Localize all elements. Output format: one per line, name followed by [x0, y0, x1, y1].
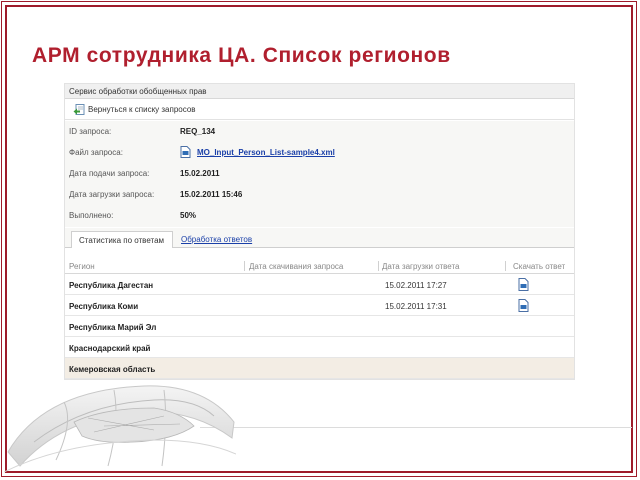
info-row-id: ID запроса: REQ_134	[65, 121, 574, 141]
info-row-done: Выполнено: 50%	[65, 205, 574, 225]
info-row-submit: Дата подачи запроса: 15.02.2011	[65, 163, 574, 183]
globe-map-icon	[4, 385, 236, 473]
request-file-label: Файл запроса:	[69, 148, 123, 157]
info-row-file: Файл запроса: MO_Input_Person_List-sampl…	[65, 142, 574, 162]
tab-statistics-label: Статистика по ответам	[79, 236, 165, 245]
download-file-icon[interactable]	[518, 299, 529, 312]
tab-bar: Статистика по ответам Обработка ответов	[65, 228, 574, 248]
done-label: Выполнено:	[69, 211, 114, 220]
tab-processing[interactable]: Обработка ответов	[181, 235, 252, 244]
region-name: Кемеровская область	[69, 365, 156, 374]
header-separator	[244, 261, 245, 271]
tab-statistics[interactable]: Статистика по ответам	[71, 231, 173, 248]
back-arrow-icon[interactable]	[73, 104, 85, 115]
xml-file-icon	[180, 146, 191, 158]
request-info-panel: ID запроса: REQ_134 Файл запроса: MO_Inp…	[65, 121, 574, 227]
slide-title: АРМ сотрудника ЦА. Список регионов	[32, 44, 451, 67]
submit-date-label: Дата подачи запроса:	[69, 169, 150, 178]
region-name: Республика Марий Эл	[69, 323, 157, 332]
region-name: Краснодарский край	[69, 344, 151, 353]
upload-date-value: 15.02.2011 15:46	[180, 190, 243, 199]
request-file-link[interactable]: MO_Input_Person_List-sample4.xml	[197, 148, 335, 157]
request-id-label: ID запроса:	[69, 127, 112, 136]
table-header: Регион Дата скачивания запроса Дата загр…	[65, 258, 574, 274]
upload-date-label: Дата загрузки запроса:	[69, 190, 155, 199]
app-screenshot: Сервис обработки обобщенных прав Вернуть…	[64, 83, 575, 380]
back-row: Вернуться к списку запросов	[65, 100, 574, 120]
header-separator	[378, 261, 379, 271]
header-download-answer[interactable]: Скачать ответ	[513, 262, 565, 271]
answer-upload-date: 15.02.2011 17:31	[385, 302, 447, 311]
table-row-selected[interactable]: Кемеровская область	[65, 358, 574, 379]
region-name: Республика Дагестан	[69, 281, 154, 290]
service-header: Сервис обработки обобщенных прав	[65, 84, 574, 99]
service-title: Сервис обработки обобщенных прав	[69, 87, 207, 96]
back-to-requests-link[interactable]: Вернуться к списку запросов	[88, 105, 196, 114]
region-name: Республика Коми	[69, 302, 139, 311]
table-row[interactable]: Республика Коми 15.02.2011 17:31	[65, 295, 574, 316]
header-separator	[505, 261, 506, 271]
info-row-upload: Дата загрузки запроса: 15.02.2011 15:46	[65, 184, 574, 204]
download-file-icon[interactable]	[518, 278, 529, 291]
table-row[interactable]: Республика Дагестан 15.02.2011 17:27	[65, 274, 574, 295]
table-row[interactable]: Республика Марий Эл	[65, 316, 574, 337]
header-region[interactable]: Регион	[69, 262, 95, 271]
header-upload-date[interactable]: Дата загрузки ответа	[382, 262, 460, 271]
request-id-value: REQ_134	[180, 127, 216, 136]
header-download-date[interactable]: Дата скачивания запроса	[249, 262, 343, 271]
table-row[interactable]: Краснодарский край	[65, 337, 574, 358]
submit-date-value: 15.02.2011	[180, 169, 220, 178]
divider-line	[200, 427, 632, 428]
answer-upload-date: 15.02.2011 17:27	[385, 281, 447, 290]
done-value: 50%	[180, 211, 197, 220]
